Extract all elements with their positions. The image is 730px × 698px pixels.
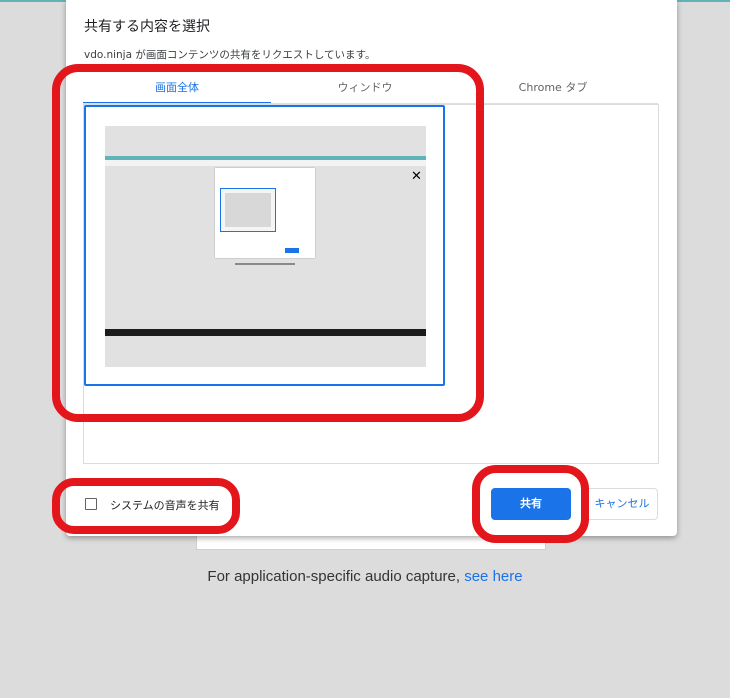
see-here-link[interactable]: see here [464,568,522,585]
system-audio-label[interactable]: システムの音声を共有 [110,497,220,513]
dialog-title: 共有する内容を選択 [84,19,210,35]
share-screen-dialog: 共有する内容を選択 vdo.ninja が画面コンテンツの共有をリクエストしてい… [66,0,677,536]
thumbnail-taskbar [105,329,426,336]
tab-chrome-tab[interactable]: Chrome タブ [459,76,647,104]
close-icon: ✕ [411,169,422,184]
share-tabs: 画面全体 ウィンドウ Chrome タブ [83,76,658,104]
screen-list: ✕ [83,104,659,464]
audio-capture-note-text: For application-specific audio capture, [207,568,465,585]
tab-entire-screen[interactable]: 画面全体 [83,76,271,104]
thumbnail-address-bar [105,160,426,166]
thumbnail-dialog [215,168,315,258]
thumbnail-dialog-button [285,248,299,253]
screen-thumbnail-card[interactable]: ✕ [84,105,445,386]
share-button[interactable]: 共有 [491,488,571,520]
dialog-subtitle: vdo.ninja が画面コンテンツの共有をリクエストしています。 [84,49,376,61]
tab-window[interactable]: ウィンドウ [271,76,459,104]
screen-thumbnail: ✕ [105,126,426,367]
system-audio-checkbox[interactable] [85,498,97,510]
cancel-button[interactable]: キャンセル [586,488,658,520]
thumbnail-text-line [235,263,295,265]
audio-capture-note: For application-specific audio capture, … [0,568,730,585]
thumbnail-dialog-preview [220,188,276,232]
